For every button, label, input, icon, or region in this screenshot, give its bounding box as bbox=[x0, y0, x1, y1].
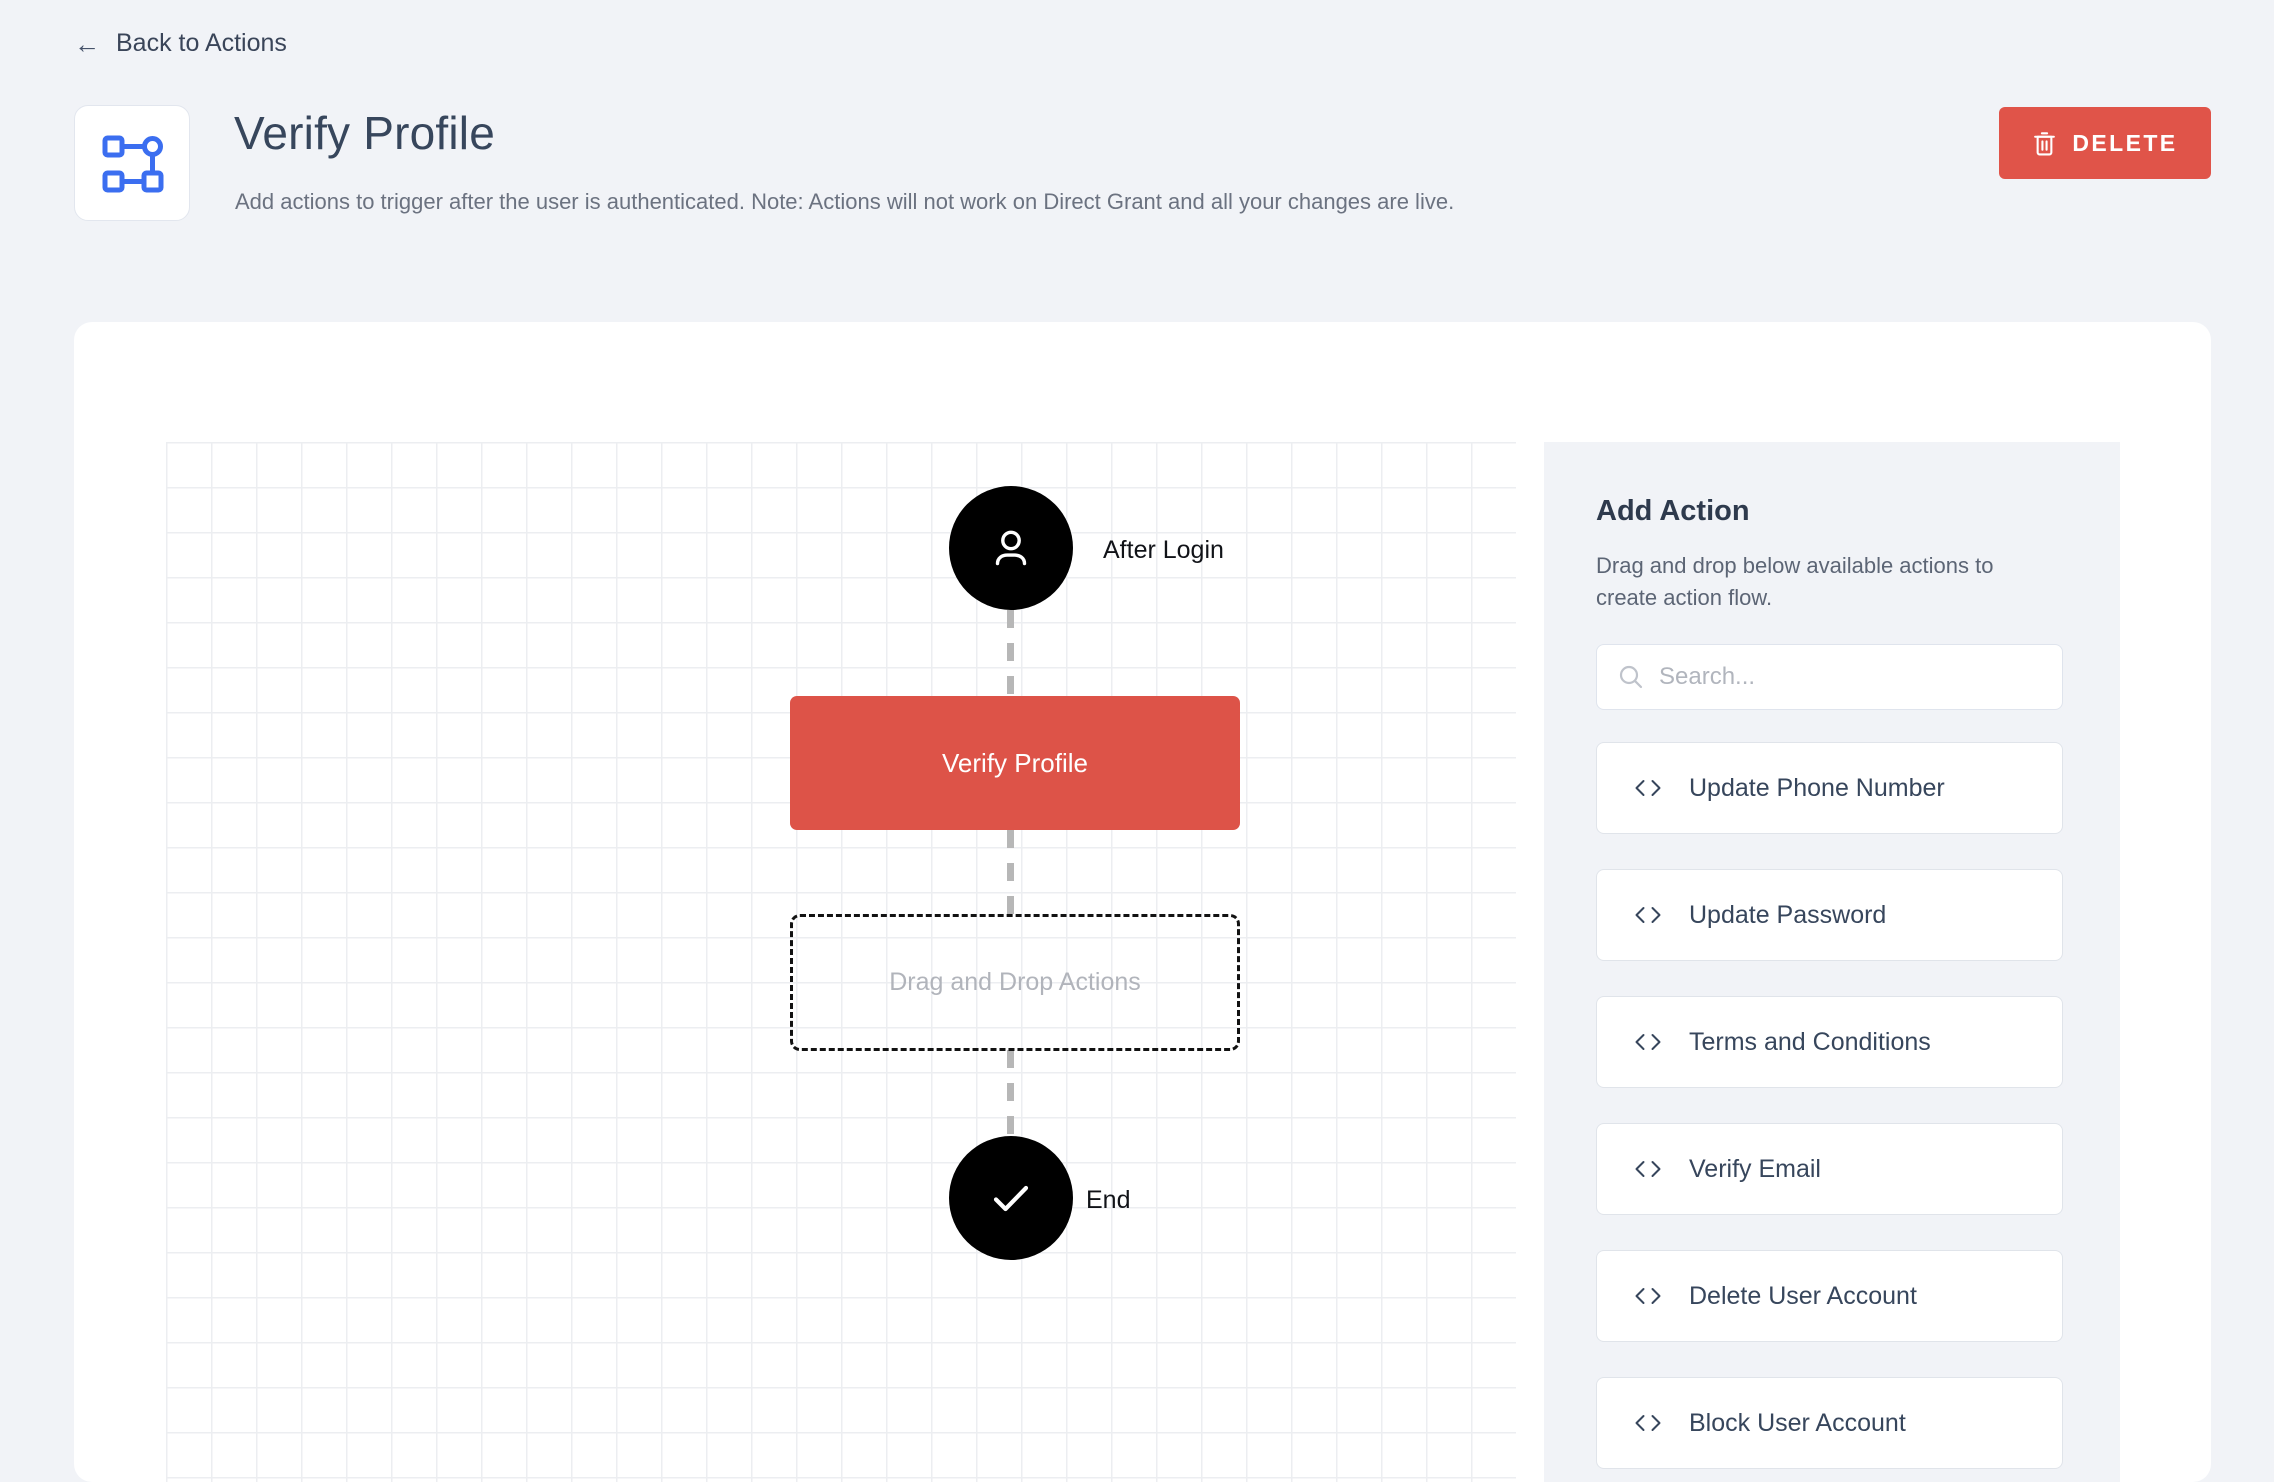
check-glyph bbox=[993, 1185, 1029, 1212]
code-icon bbox=[1633, 1286, 1663, 1306]
search-glyph bbox=[1619, 665, 1643, 689]
flow-topology-glyph bbox=[102, 135, 164, 193]
code-icon bbox=[1633, 905, 1663, 925]
back-to-actions-label: Back to Actions bbox=[116, 29, 287, 57]
code-icon bbox=[1633, 778, 1663, 798]
check-icon bbox=[983, 1170, 1039, 1226]
flow-connector bbox=[1007, 610, 1014, 698]
flow-node-end-label: End bbox=[1086, 1186, 1131, 1214]
code-glyph bbox=[1635, 1415, 1661, 1431]
drag-drop-zone[interactable]: Drag and Drop Actions bbox=[790, 914, 1240, 1051]
code-glyph bbox=[1635, 907, 1661, 923]
action-item-label: Update Phone Number bbox=[1689, 773, 1945, 802]
flow-node-action[interactable]: Verify Profile bbox=[790, 696, 1240, 830]
action-item-label: Verify Email bbox=[1689, 1154, 1821, 1183]
back-to-actions-link[interactable]: ← Back to Actions bbox=[74, 29, 287, 58]
flow-topology-icon bbox=[74, 105, 190, 221]
flow-node-action-label: Verify Profile bbox=[942, 747, 1088, 778]
flow-node-end[interactable] bbox=[949, 1136, 1073, 1260]
action-item-label: Delete User Account bbox=[1689, 1281, 1917, 1310]
action-item-update-phone-number[interactable]: Update Phone Number bbox=[1596, 742, 2063, 834]
user-glyph bbox=[995, 530, 1027, 566]
code-glyph bbox=[1635, 780, 1661, 796]
trash-glyph bbox=[2034, 131, 2056, 155]
code-glyph bbox=[1635, 1288, 1661, 1304]
flow-node-start-label: After Login bbox=[1103, 536, 1224, 564]
code-icon bbox=[1633, 1159, 1663, 1179]
trash-icon bbox=[2032, 130, 2057, 157]
arrow-left-icon: ← bbox=[74, 28, 100, 59]
main-card: After Login Verify Profile Drag and Drop… bbox=[74, 322, 2211, 1482]
flow-connector bbox=[1007, 830, 1014, 916]
delete-button[interactable]: DELETE bbox=[1999, 107, 2211, 179]
drag-drop-zone-label: Drag and Drop Actions bbox=[889, 968, 1141, 996]
add-action-title: Add Action bbox=[1596, 495, 1750, 527]
code-icon bbox=[1633, 1413, 1663, 1433]
action-item-block-user-account[interactable]: Block User Account bbox=[1596, 1377, 2063, 1469]
action-item-update-password[interactable]: Update Password bbox=[1596, 869, 2063, 961]
action-item-label: Block User Account bbox=[1689, 1408, 1906, 1437]
action-item-label: Update Password bbox=[1689, 900, 1887, 929]
add-action-subtitle: Drag and drop below available actions to… bbox=[1596, 553, 1994, 610]
flow-connector bbox=[1007, 1050, 1014, 1138]
user-icon bbox=[985, 522, 1037, 574]
code-icon bbox=[1633, 1032, 1663, 1052]
action-item-terms-and-conditions[interactable]: Terms and Conditions bbox=[1596, 996, 2063, 1088]
delete-button-label: DELETE bbox=[2072, 129, 2178, 156]
code-glyph bbox=[1635, 1161, 1661, 1177]
page-subtitle: Add actions to trigger after the user is… bbox=[235, 189, 1455, 214]
page-header: ← Back to Actions Verify Profile Add act… bbox=[0, 0, 2274, 325]
code-glyph bbox=[1635, 1034, 1661, 1050]
action-item-delete-user-account[interactable]: Delete User Account bbox=[1596, 1250, 2063, 1342]
action-item-label: Terms and Conditions bbox=[1689, 1027, 1931, 1056]
search-field[interactable] bbox=[1596, 644, 2063, 710]
available-actions-list: Update Phone Number Update Password Term… bbox=[1596, 742, 2063, 1482]
action-item-verify-email[interactable]: Verify Email bbox=[1596, 1123, 2063, 1215]
flow-canvas[interactable]: After Login Verify Profile Drag and Drop… bbox=[166, 442, 1516, 1482]
add-action-panel: Add Action Drag and drop below available… bbox=[1544, 442, 2120, 1482]
flow-node-start[interactable] bbox=[949, 486, 1073, 610]
search-icon bbox=[1617, 663, 1645, 691]
page-title: Verify Profile bbox=[234, 107, 496, 159]
search-input[interactable] bbox=[1659, 645, 2062, 709]
